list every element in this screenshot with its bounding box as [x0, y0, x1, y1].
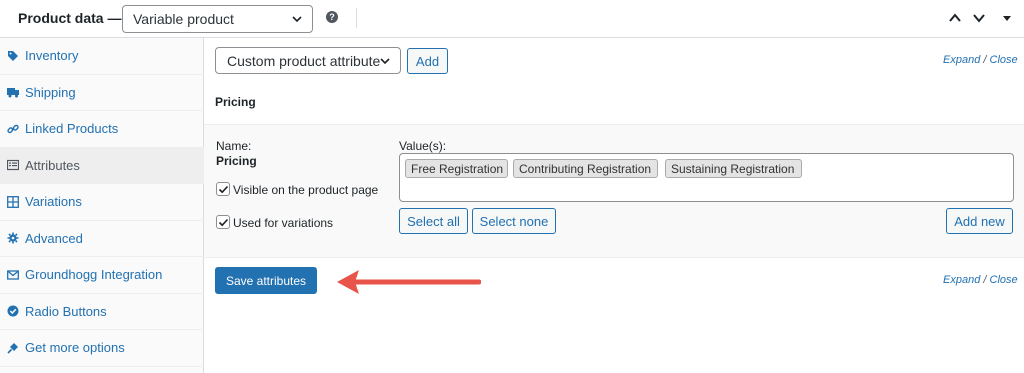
plugin-icon	[7, 342, 19, 354]
tab-attributes[interactable]: Attributes	[0, 147, 204, 184]
select-all-button[interactable]: Select all	[399, 208, 468, 234]
move-down-icon[interactable]	[972, 11, 986, 25]
tab-label: Inventory	[25, 48, 79, 64]
checkmark-icon	[218, 218, 229, 227]
annotation-arrow-icon	[337, 270, 481, 294]
value-chip[interactable]: Contributing Registration	[513, 159, 658, 178]
product-type-value: Variable product	[133, 11, 234, 27]
product-type-select[interactable]: Variable product	[122, 5, 313, 33]
tab-shipping[interactable]: Shipping	[0, 75, 204, 111]
attribute-header[interactable]	[204, 84, 1024, 124]
expand-close-links-top: Expand / Close	[943, 54, 1018, 66]
close-all-link[interactable]: Close	[990, 54, 1018, 66]
value-chip[interactable]: Free Registration	[405, 159, 508, 178]
product-data-header: Product data — Variable product ?	[0, 0, 1024, 38]
value-chip-label: Free Registration	[411, 161, 504, 176]
gear-icon	[7, 232, 19, 244]
used-for-variations-label[interactable]: Used for variations	[233, 216, 333, 230]
attribute-values-input[interactable]: Free Registration Contributing Registrat…	[399, 153, 1014, 202]
tab-get-more-options[interactable]: Get more options	[0, 330, 204, 367]
grid-icon	[7, 195, 19, 208]
tab-radio-buttons[interactable]: Radio Buttons	[0, 294, 204, 330]
tab-label: Radio Buttons	[25, 303, 107, 319]
add-attribute-button[interactable]: Add	[407, 48, 448, 74]
close-all-link[interactable]: Close	[990, 274, 1018, 286]
checkmark-icon	[218, 185, 229, 194]
chevron-down-icon	[292, 16, 302, 23]
truck-icon	[7, 86, 19, 98]
product-data-tabs: Inventory Shipping Linked Products Attri…	[0, 38, 204, 373]
tab-label: Shipping	[25, 84, 76, 100]
name-label: Name:	[216, 139, 252, 153]
add-new-value-button[interactable]: Add new	[946, 208, 1013, 234]
expand-all-link[interactable]: Expand	[943, 274, 980, 286]
value-chip[interactable]: Sustaining Registration	[665, 159, 802, 178]
move-up-icon[interactable]	[948, 11, 962, 25]
expand-close-links-bottom: Expand / Close	[943, 274, 1018, 286]
visible-on-product-page-label[interactable]: Visible on the product page	[233, 183, 378, 197]
tab-label: Linked Products	[25, 121, 119, 137]
attribute-select-value: Custom product attribute	[227, 52, 381, 69]
attribute-title: Pricing	[215, 95, 256, 109]
tab-inventory[interactable]: Inventory	[0, 38, 204, 75]
tag-icon	[7, 50, 19, 62]
expand-all-link[interactable]: Expand	[943, 54, 980, 66]
value-chip-label: Sustaining Registration	[671, 161, 795, 176]
check-circle-icon	[7, 305, 19, 317]
product-data-title: Product data —	[18, 10, 122, 26]
collapse-toggle-icon[interactable]	[1000, 11, 1014, 25]
attribute-name-value: Pricing	[216, 154, 257, 168]
mail-icon	[7, 269, 19, 281]
value-chip-label: Contributing Registration	[519, 161, 652, 176]
tab-advanced[interactable]: Advanced	[0, 221, 204, 257]
tab-groundhogg-integration[interactable]: Groundhogg Integration	[0, 257, 204, 294]
tab-label: Groundhogg Integration	[25, 267, 163, 283]
visible-on-product-page-checkbox[interactable]	[216, 182, 230, 196]
list-icon	[7, 159, 19, 171]
tab-linked-products[interactable]: Linked Products	[0, 111, 204, 148]
tab-label: Variations	[25, 194, 82, 210]
tab-label: Advanced	[25, 230, 83, 246]
save-attributes-button[interactable]: Save attributes	[215, 267, 317, 294]
attribute-taxonomy-select[interactable]: Custom product attribute	[215, 47, 401, 74]
header-divider	[356, 8, 357, 28]
select-none-button[interactable]: Select none	[472, 208, 556, 234]
values-label: Value(s):	[399, 139, 447, 153]
tab-label: Get more options	[25, 340, 125, 356]
link-icon	[7, 123, 19, 135]
chevron-down-icon	[380, 58, 390, 65]
used-for-variations-checkbox[interactable]	[216, 215, 230, 229]
help-icon[interactable]: ?	[326, 11, 338, 23]
tab-variations[interactable]: Variations	[0, 184, 204, 221]
tab-label: Attributes	[25, 157, 80, 173]
